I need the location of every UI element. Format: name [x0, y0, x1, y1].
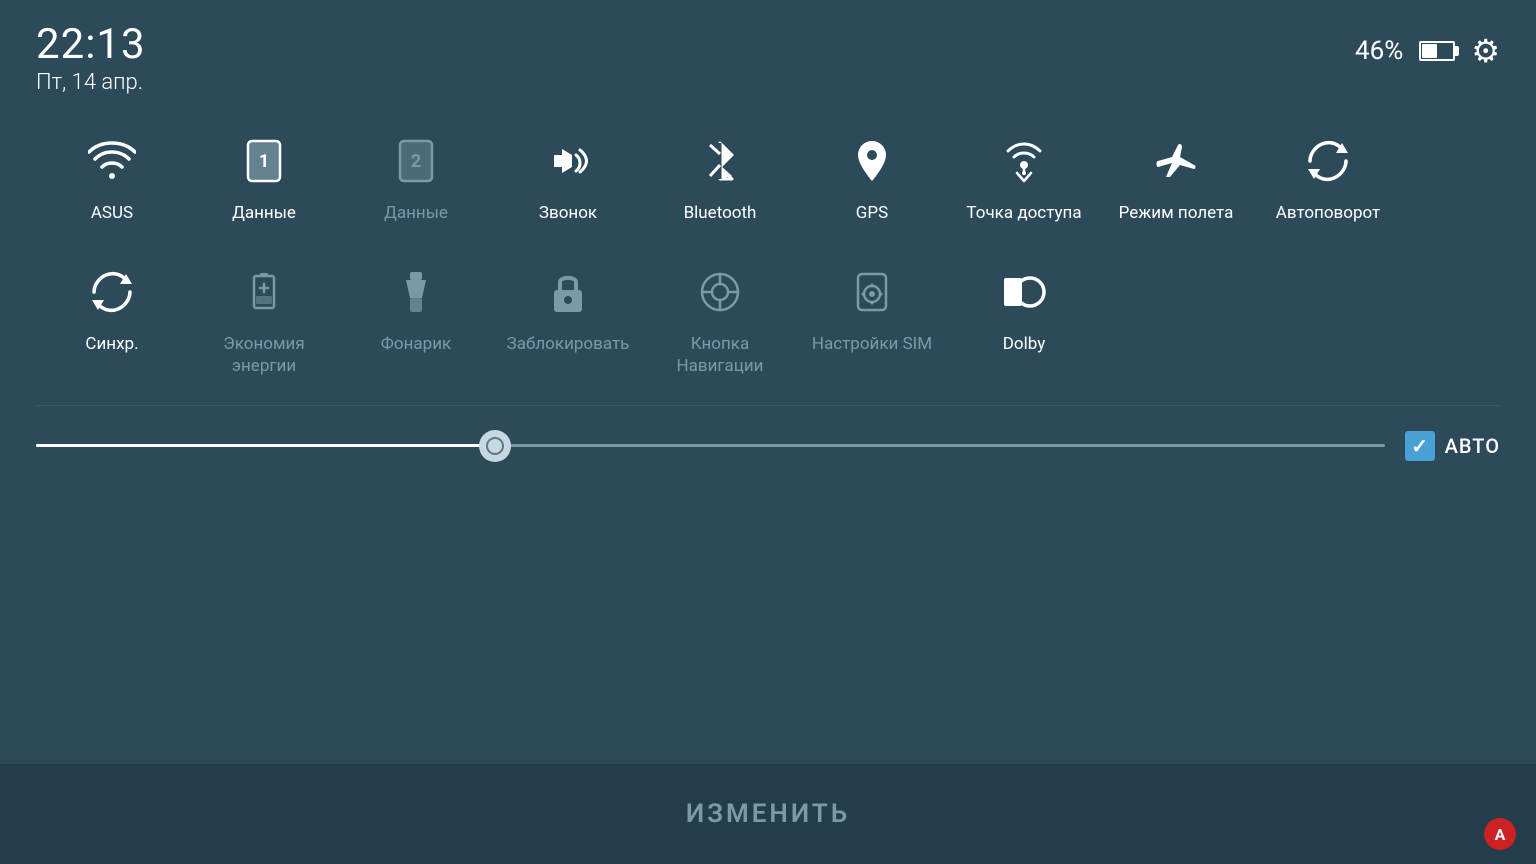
- tile-gps[interactable]: GPS: [796, 121, 948, 232]
- gps-icon: [840, 129, 904, 193]
- slider-fill: [36, 444, 495, 447]
- tile-sync[interactable]: Синхр.: [36, 252, 188, 363]
- lock-icon: [536, 260, 600, 324]
- tile-bluetooth[interactable]: Bluetooth: [644, 121, 796, 232]
- tile-nav-label: Кнопка Навигации: [648, 334, 792, 377]
- tile-sync-label: Синхр.: [85, 334, 138, 355]
- tile-lock[interactable]: Заблокировать: [492, 252, 644, 363]
- auto-label: АВТО: [1445, 434, 1500, 458]
- tile-battery-save[interactable]: Экономия энергии: [188, 252, 340, 385]
- nav-icon: [688, 260, 752, 324]
- tile-sim-settings-label: Настройки SIM: [812, 334, 932, 355]
- tile-rotate[interactable]: Автоповорот: [1252, 121, 1404, 232]
- tile-lock-label: Заблокировать: [507, 334, 630, 355]
- tile-wifi[interactable]: ASUS: [36, 121, 188, 232]
- sim-settings-icon: [840, 260, 904, 324]
- dolby-icon: [992, 260, 1056, 324]
- tile-hotspot-label: Точка доступа: [966, 203, 1081, 224]
- battery-save-icon: [232, 260, 296, 324]
- tile-data2-label: Данные: [384, 203, 448, 224]
- status-block: 46% ⚙: [1355, 24, 1500, 70]
- divider: [36, 405, 1500, 406]
- brightness-section: ✓ АВТО: [0, 416, 1536, 466]
- tile-airplane-label: Режим полета: [1119, 203, 1234, 224]
- sound-icon: [536, 129, 600, 193]
- tile-data2[interactable]: 2 Данные: [340, 121, 492, 232]
- slider-track: [36, 444, 1385, 447]
- slider-thumb[interactable]: [479, 430, 511, 462]
- tile-data1[interactable]: 1 Данные: [188, 121, 340, 232]
- tile-gps-label: GPS: [856, 203, 888, 224]
- brightness-slider[interactable]: [36, 426, 1385, 466]
- time-block: 22:13 Пт, 14 апр.: [36, 24, 146, 95]
- tile-flashlight-label: Фонарик: [381, 334, 451, 355]
- wifi-icon: [80, 129, 144, 193]
- change-button[interactable]: ИЗМЕНИТЬ: [686, 799, 850, 829]
- asus-logo: A: [1484, 818, 1516, 850]
- settings-icon[interactable]: ⚙: [1471, 32, 1500, 70]
- rotate-icon: [1296, 129, 1360, 193]
- svg-text:1: 1: [259, 151, 269, 172]
- change-button-section[interactable]: ИЗМЕНИТЬ: [0, 764, 1536, 864]
- tile-sound[interactable]: Звонок: [492, 121, 644, 232]
- tile-airplane[interactable]: Режим полета: [1100, 121, 1252, 232]
- tile-sim-settings[interactable]: Настройки SIM: [796, 252, 948, 363]
- tile-bluetooth-label: Bluetooth: [684, 203, 757, 224]
- flashlight-icon: [384, 260, 448, 324]
- check-icon: ✓: [1411, 434, 1428, 458]
- clock-display: 22:13: [36, 24, 146, 66]
- date-display: Пт, 14 апр.: [36, 70, 146, 95]
- svg-text:2: 2: [411, 151, 421, 172]
- quick-tiles-row1: ASUS 1 Данные 2 Данные: [0, 111, 1536, 385]
- header: 22:13 Пт, 14 апр. 46% ⚙: [0, 0, 1536, 111]
- bluetooth-icon: [688, 129, 752, 193]
- sync-icon: [80, 260, 144, 324]
- tile-wifi-label: ASUS: [91, 203, 133, 224]
- battery-percentage: 46%: [1355, 36, 1403, 66]
- tiles-row-2: Синхр. Экономия энергии: [36, 252, 1500, 385]
- tile-data1-label: Данные: [232, 203, 296, 224]
- tile-sound-label: Звонок: [539, 203, 597, 224]
- tile-nav[interactable]: Кнопка Навигации: [644, 252, 796, 385]
- tiles-row-1: ASUS 1 Данные 2 Данные: [36, 121, 1500, 232]
- tile-hotspot[interactable]: Точка доступа: [948, 121, 1100, 232]
- slider-thumb-inner: [486, 437, 504, 455]
- auto-checkbox-box: ✓: [1405, 431, 1435, 461]
- tile-rotate-label: Автоповорот: [1276, 203, 1380, 224]
- sim1-icon: 1: [232, 129, 296, 193]
- battery-icon: [1419, 41, 1455, 61]
- tile-battery-save-label: Экономия энергии: [192, 334, 336, 377]
- airplane-icon: [1144, 129, 1208, 193]
- hotspot-icon: [992, 129, 1056, 193]
- sim2-icon: 2: [384, 129, 448, 193]
- tile-flashlight[interactable]: Фонарик: [340, 252, 492, 363]
- auto-brightness-toggle[interactable]: ✓ АВТО: [1405, 431, 1500, 461]
- tile-dolby-label: Dolby: [1003, 334, 1045, 355]
- tile-dolby[interactable]: Dolby: [948, 252, 1100, 363]
